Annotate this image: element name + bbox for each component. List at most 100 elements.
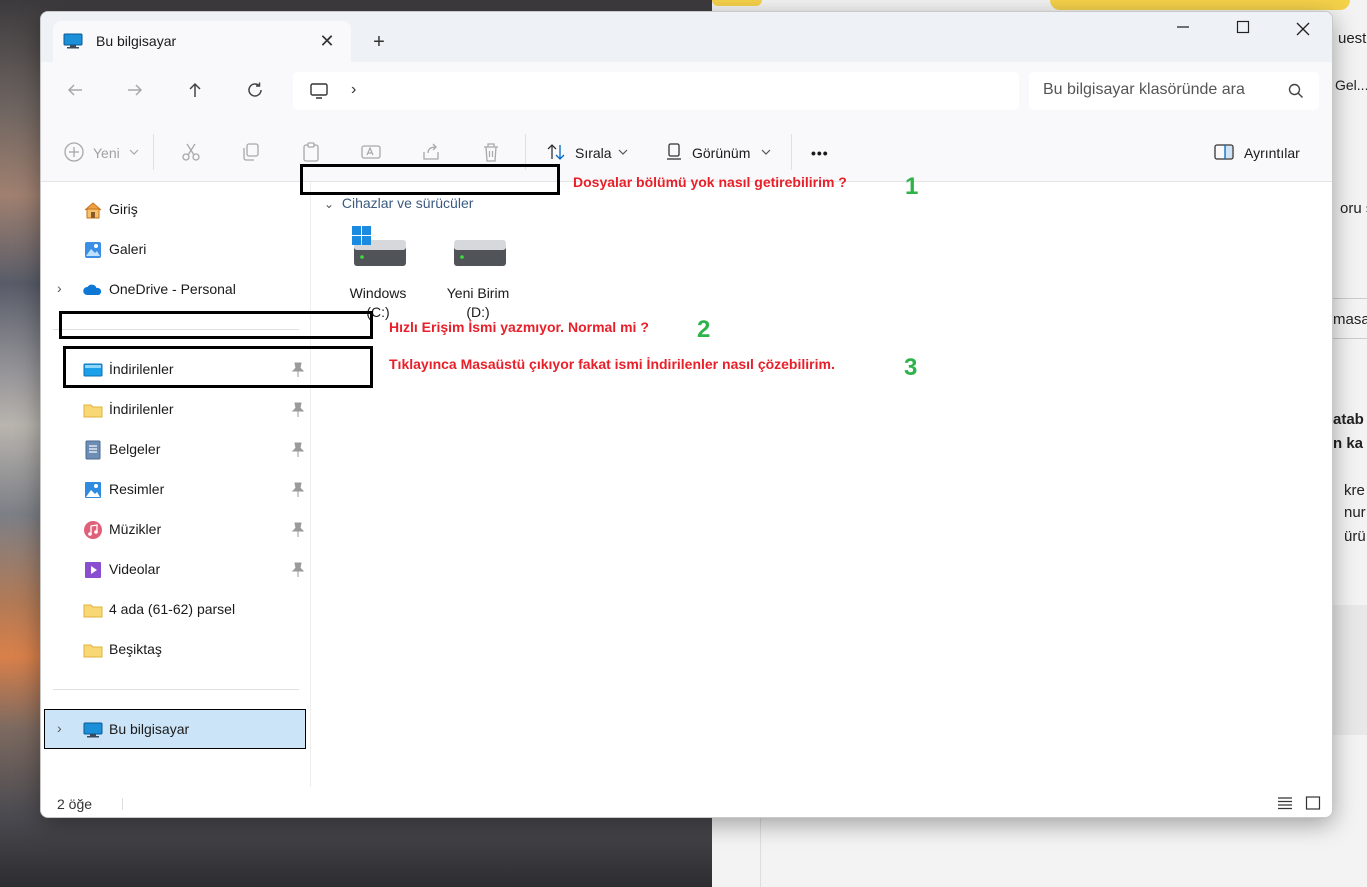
large-icons-view-icon[interactable] (1305, 796, 1321, 810)
annotation-text-3: Tıklayınca Masaüstü çıkıyor fakat ismi İ… (389, 356, 835, 372)
bg-toolbar-panel (1333, 605, 1367, 735)
pictures-icon (85, 482, 101, 498)
address-bar[interactable]: › (293, 72, 1019, 110)
annotation-text-2: Hızlı Erişim İsmi yazmıyor. Normal mi ? (389, 319, 649, 335)
rename-icon[interactable] (360, 141, 382, 163)
new-tab-button[interactable]: + (367, 30, 391, 54)
folder-icon (83, 644, 103, 658)
annotation-text-1: Dosyalar bölümü yok nasıl getirebilirim … (573, 174, 847, 190)
details-view-icon[interactable] (1277, 796, 1293, 810)
background-yellow-bar (1050, 0, 1350, 10)
pin-icon[interactable] (291, 562, 305, 578)
pin-icon[interactable] (291, 522, 305, 538)
sidebar-item-this-pc[interactable]: › Bu bilgisayar (44, 709, 306, 749)
new-button[interactable]: Yeni (93, 141, 120, 165)
search-icon[interactable] (1287, 82, 1305, 100)
sidebar-item-label: Beşiktaş (109, 641, 162, 657)
bg-fragment: nur (1344, 504, 1366, 521)
bg-fragment: Gel... (1335, 77, 1367, 93)
chevron-down-icon: ⌄ (324, 197, 335, 211)
sidebar-item-pictures[interactable]: Resimler (45, 472, 307, 508)
sidebar-item-parsel-folder[interactable]: 4 ada (61-62) parsel (45, 592, 307, 628)
sidebar-item-videos[interactable]: Videolar (45, 552, 307, 588)
bg-fragment: uestio (1338, 30, 1367, 47)
drive-name: Windows (349, 285, 407, 301)
sort-button[interactable]: Sırala (575, 141, 612, 165)
annotation-box-2 (59, 311, 373, 339)
status-bar: 2 öğe (41, 787, 1332, 817)
sort-icon (547, 144, 565, 160)
bg-fragment: kre (1344, 482, 1365, 499)
pin-icon[interactable] (291, 442, 305, 458)
up-button[interactable] (181, 80, 209, 106)
pin-icon[interactable] (291, 482, 305, 498)
share-icon[interactable] (420, 141, 442, 163)
more-options-button[interactable]: ••• (811, 141, 829, 165)
refresh-icon (248, 82, 262, 97)
plus-circle-icon (64, 142, 84, 162)
status-divider (122, 798, 123, 810)
sidebar-item-label: Galeri (109, 241, 147, 257)
sidebar-item-label: Bu bilgisayar (109, 721, 190, 737)
search-box[interactable] (1029, 72, 1319, 110)
cut-icon[interactable] (180, 141, 202, 163)
details-button[interactable]: Ayrıntılar (1244, 141, 1300, 165)
view-button[interactable]: Görünüm (692, 141, 750, 165)
chevron-right-icon[interactable]: › (57, 720, 62, 736)
annotation-number-3: 3 (904, 354, 918, 381)
monitor-icon (310, 83, 328, 99)
view-icon (667, 143, 681, 160)
chevron-down-icon (618, 149, 628, 155)
details-pane-icon (1214, 144, 1234, 160)
hard-drive-icon (454, 240, 506, 266)
drive-label: Yeni Birim (D:) (428, 284, 528, 322)
close-icon (1296, 22, 1310, 36)
maximize-icon (1236, 20, 1250, 34)
minimize-icon (1177, 26, 1189, 28)
sidebar-item-onedrive[interactable]: › OneDrive - Personal (45, 272, 307, 308)
videos-icon (85, 562, 101, 578)
minimize-button[interactable] (1163, 18, 1203, 42)
delete-icon[interactable] (480, 141, 502, 163)
tab-this-pc[interactable]: Bu bilgisayar ✕ (53, 21, 351, 62)
breadcrumb-chevron-icon[interactable]: › (351, 81, 356, 99)
maximize-button[interactable] (1223, 18, 1263, 42)
arrow-left-icon (67, 84, 82, 96)
pc-icon (63, 33, 83, 49)
sidebar-item-home[interactable]: Giriş (45, 192, 307, 228)
sidebar-item-label: İndirilenler (109, 401, 174, 417)
bg-fragment: atab (1333, 411, 1364, 428)
close-button[interactable] (1283, 18, 1323, 42)
sidebar-item-documents[interactable]: Belgeler (45, 432, 307, 468)
drive-d[interactable]: Yeni Birim (D:) (428, 220, 528, 320)
sidebar-item-downloads[interactable]: İndirilenler (45, 392, 307, 428)
chevron-down-icon (761, 149, 771, 155)
sidebar-item-label: Videolar (109, 561, 161, 577)
sidebar-item-label: Müzikler (109, 521, 162, 537)
sidebar-item-gallery[interactable]: Galeri (45, 232, 307, 268)
bg-fragment: n ka (1333, 435, 1364, 452)
search-input[interactable] (1043, 81, 1273, 99)
tab-close-icon[interactable]: ✕ (315, 29, 339, 53)
sidebar-item-label: 4 ada (61-62) parsel (109, 601, 236, 617)
refresh-button[interactable] (241, 80, 269, 106)
chevron-right-icon[interactable]: › (57, 280, 62, 296)
sidebar-item-label: Giriş (109, 201, 138, 217)
annotation-box-1 (300, 164, 560, 195)
bg-divider (1333, 298, 1367, 299)
bg-fragment: oru s (1340, 200, 1367, 217)
sidebar-item-music[interactable]: Müzikler (45, 512, 307, 548)
drive-name: Yeni Birim (446, 285, 510, 301)
forward-button[interactable] (121, 80, 149, 106)
windows-drive-icon (352, 226, 406, 266)
drive-c[interactable]: Windows (C:) (328, 220, 428, 320)
back-button[interactable] (61, 80, 89, 106)
bg-divider (1333, 338, 1367, 339)
sidebar-item-besiktas-folder[interactable]: Beşiktaş (45, 632, 307, 668)
paste-icon[interactable] (300, 141, 322, 163)
pin-icon[interactable] (291, 402, 305, 418)
sidebar-divider (53, 689, 299, 690)
copy-icon[interactable] (240, 141, 262, 163)
bg-fragment: ürü (1344, 528, 1366, 545)
group-header-devices[interactable]: ⌄ Cihazlar ve sürücüler (324, 195, 473, 211)
